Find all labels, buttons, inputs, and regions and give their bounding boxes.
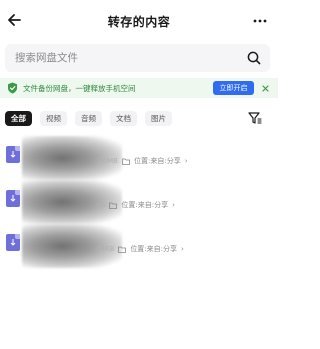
tab-all[interactable]: 全部 (5, 111, 32, 126)
banner-close-button[interactable] (259, 81, 271, 95)
tab-document[interactable]: 文档 (110, 111, 137, 126)
folder-icon (122, 158, 130, 165)
file-location[interactable]: 位置:来自:分享 (121, 200, 168, 210)
list-item[interactable]: 44KB 位置:来自:分享 › (0, 224, 278, 268)
file-list: 3.0MB 位置:来自:分享 › KB 位置:来自:分享 › 44KB 位置:来… (0, 136, 278, 268)
folder-icon (109, 202, 118, 209)
tab-video[interactable]: 视频 (40, 111, 67, 126)
file-location[interactable]: 位置:来自:分享 (134, 156, 181, 166)
chevron-right-icon: › (181, 245, 184, 253)
category-tabs: 全部 视频 音频 文档 图片 (5, 111, 172, 127)
file-size: KB (96, 201, 106, 209)
page-title: 转存的内容 (107, 14, 171, 29)
list-item[interactable]: KB 位置:来自:分享 › (0, 180, 278, 224)
header: 转存的内容 (0, 0, 278, 42)
back-arrow-icon (8, 14, 21, 26)
shield-check-icon (6, 82, 18, 94)
file-meta: 3.0MB 位置:来自:分享 › (96, 156, 188, 166)
enable-now-button[interactable]: 立即开启 (213, 81, 254, 95)
file-icon (6, 190, 20, 207)
file-location[interactable]: 位置:来自:分享 (130, 244, 177, 254)
file-icon (6, 146, 20, 163)
banner-text: 文件备份网盘，一键释放手机空间 (23, 83, 136, 93)
search-input[interactable] (15, 52, 246, 64)
transferred-content-page: 转存的内容 文件备份网盘，一键释放手机空间 立即开启 (0, 0, 278, 349)
file-size: 3.0MB (96, 157, 118, 165)
tab-audio[interactable]: 音频 (75, 111, 102, 126)
more-icon (253, 19, 267, 23)
file-meta: 44KB 位置:来自:分享 › (96, 244, 184, 254)
filter-button[interactable] (247, 110, 263, 126)
tab-image[interactable]: 图片 (145, 111, 172, 126)
search-icon[interactable] (246, 50, 262, 66)
close-icon (261, 84, 269, 92)
more-button[interactable] (250, 11, 270, 31)
file-icon (6, 234, 20, 251)
list-item[interactable]: 3.0MB 位置:来自:分享 › (0, 136, 278, 180)
file-meta: KB 位置:来自:分享 › (96, 200, 175, 210)
chevron-right-icon: › (172, 201, 175, 209)
file-size: 44KB (96, 245, 115, 253)
folder-icon (118, 246, 127, 253)
chevron-right-icon: › (184, 157, 188, 165)
filter-icon (248, 112, 262, 124)
search-bar (5, 44, 270, 72)
back-button[interactable] (4, 10, 24, 30)
backup-banner: 文件备份网盘，一键释放手机空间 立即开启 (0, 78, 278, 98)
